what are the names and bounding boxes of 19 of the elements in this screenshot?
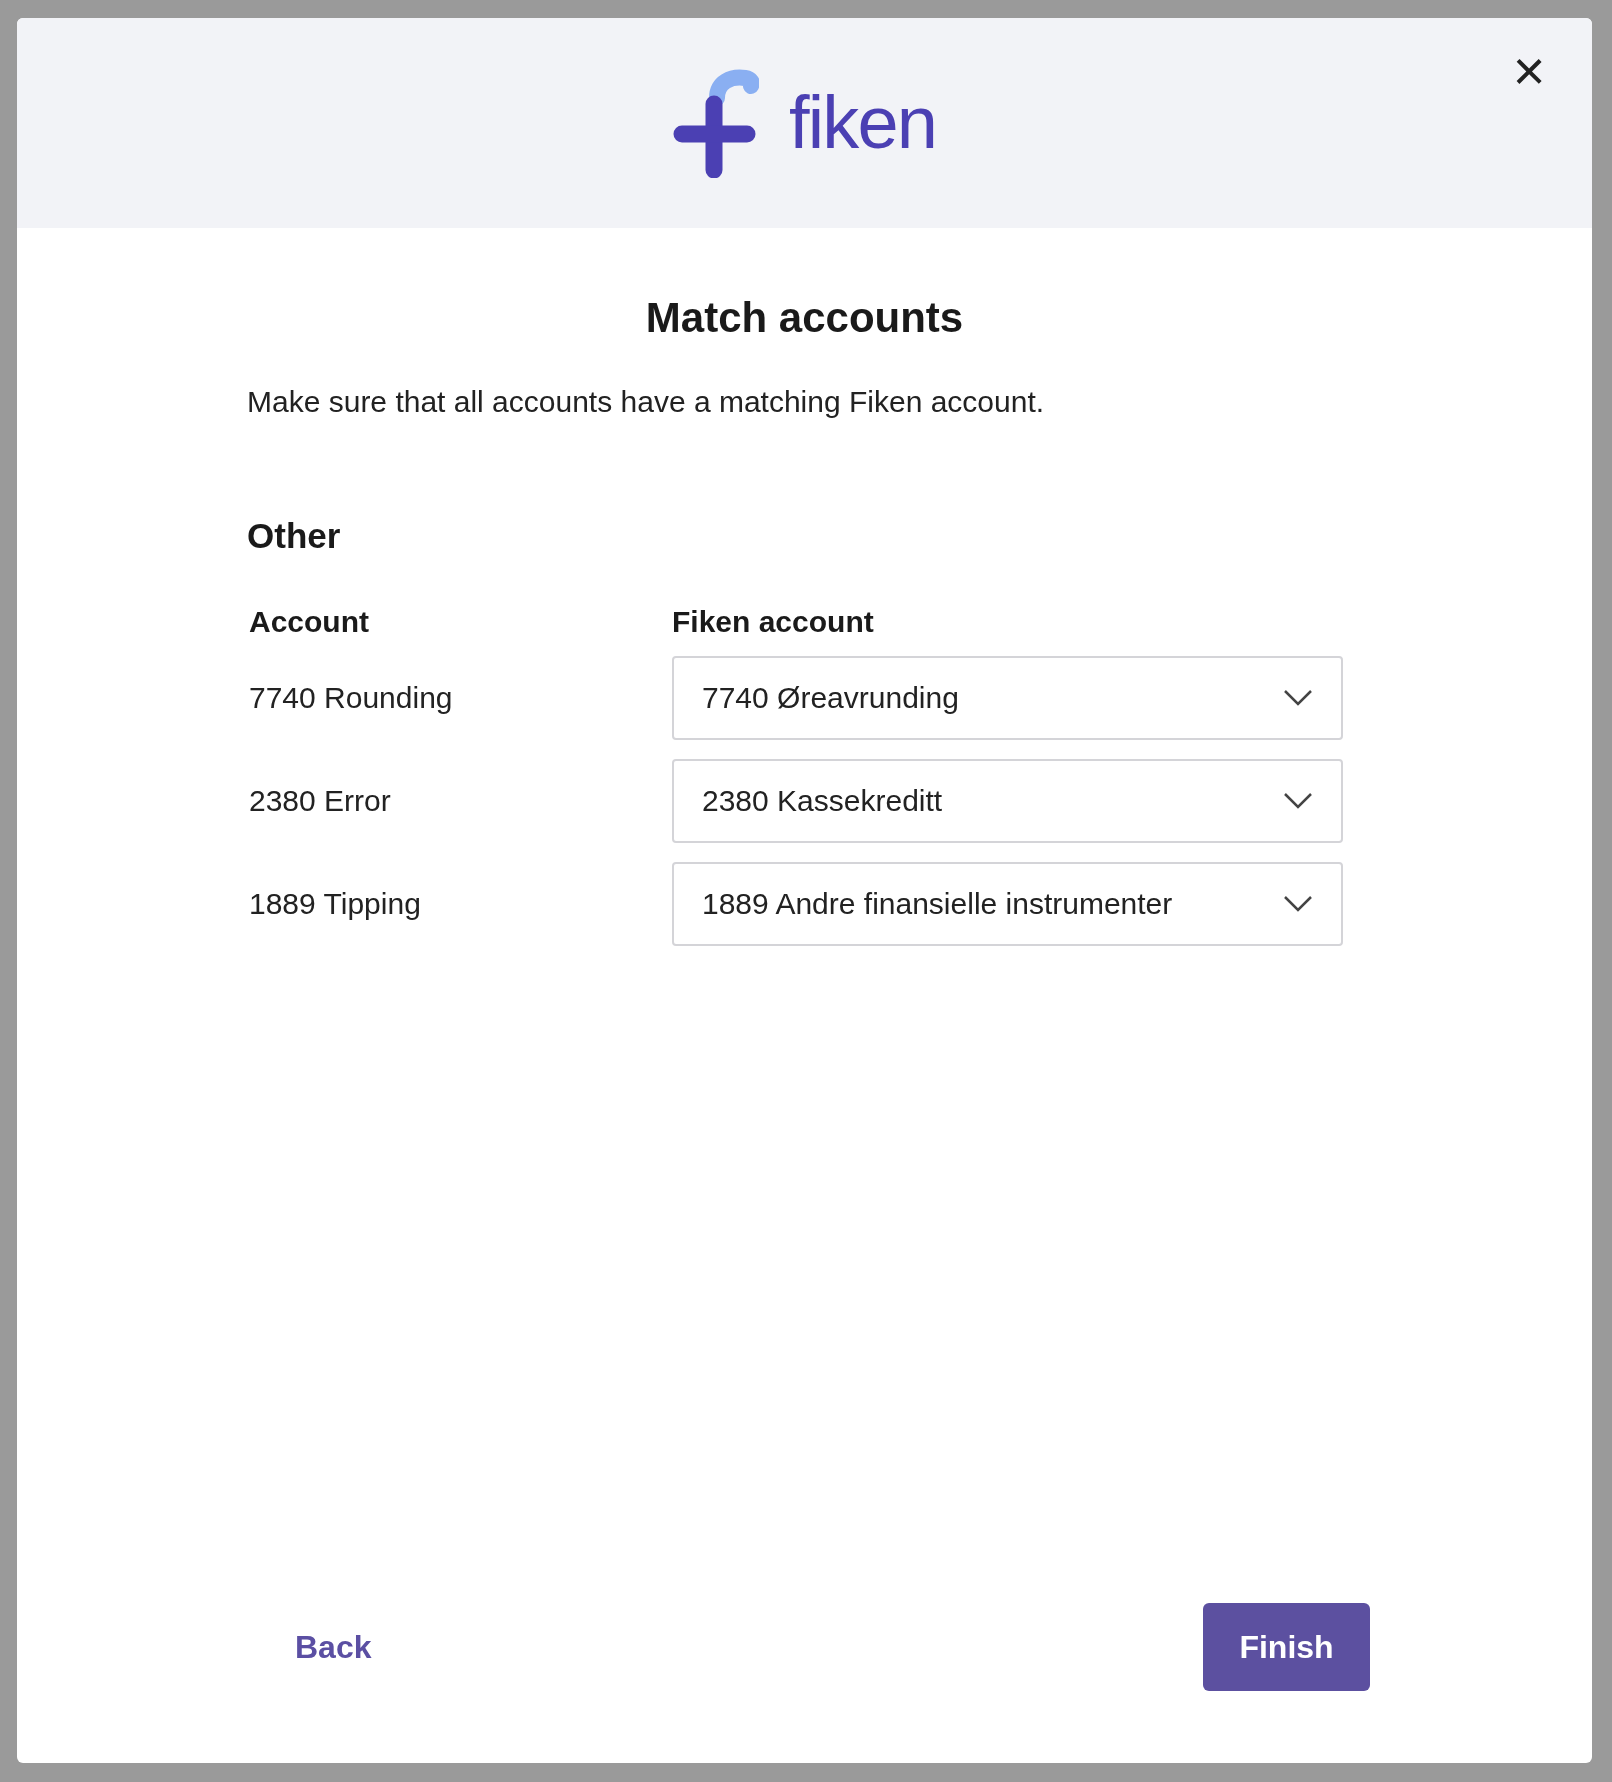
account-select[interactable]: 2380 Kassekreditt — [672, 758, 1343, 843]
chevron-down-icon — [1283, 894, 1313, 913]
chevron-down-icon — [1283, 688, 1313, 707]
back-link[interactable]: Back — [295, 1623, 372, 1671]
account-name: 1889 Tipping — [248, 886, 422, 922]
logo-text: fiken — [788, 86, 937, 160]
account-select[interactable]: 7740 Øreavrunding — [672, 655, 1343, 740]
account-name: 2380 Error — [248, 783, 392, 819]
logo-icon — [672, 68, 759, 178]
column-header: Account — [248, 603, 370, 640]
section-heading: Other — [247, 515, 342, 557]
dialog-description: Make sure that all accounts have a matching Fiken account. — [247, 384, 1046, 420]
column-header: Fiken account — [672, 603, 874, 640]
dialog-title: Match accounts — [644, 293, 965, 343]
chevron-down-icon — [1283, 791, 1313, 810]
finish-button[interactable]: Finish — [1203, 1603, 1370, 1691]
account-name: 7740 Rounding — [248, 680, 454, 716]
close-button[interactable]: × — [1504, 46, 1554, 96]
account-select[interactable]: 1889 Andre finansielle instrumenter — [672, 861, 1343, 946]
